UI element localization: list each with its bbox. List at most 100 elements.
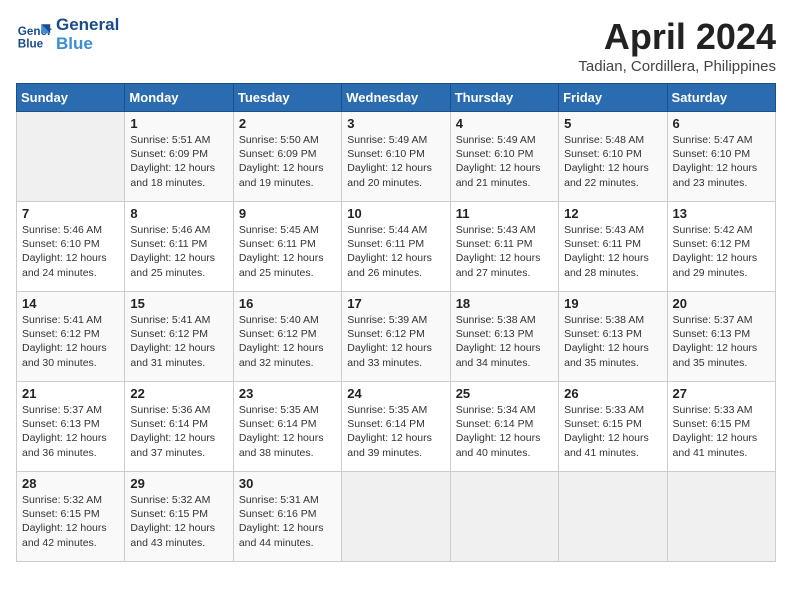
header-row: SundayMondayTuesdayWednesdayThursdayFrid… bbox=[17, 84, 776, 112]
calendar-cell: 11 Sunrise: 5:43 AM Sunset: 6:11 PM Dayli… bbox=[450, 202, 558, 292]
day-number: 4 bbox=[456, 116, 553, 131]
cell-info: Sunrise: 5:31 AM Sunset: 6:16 PM Dayligh… bbox=[239, 493, 336, 550]
cell-info: Sunrise: 5:35 AM Sunset: 6:14 PM Dayligh… bbox=[347, 403, 444, 460]
cell-info: Sunrise: 5:36 AM Sunset: 6:14 PM Dayligh… bbox=[130, 403, 227, 460]
location-title: Tadian, Cordillera, Philippines bbox=[578, 58, 776, 75]
day-number: 22 bbox=[130, 386, 227, 401]
calendar-cell bbox=[667, 472, 775, 562]
calendar-cell: 30 Sunrise: 5:31 AM Sunset: 6:16 PM Dayli… bbox=[233, 472, 341, 562]
calendar-body: 1Sunrise: 5:51 AM Sunset: 6:09 PM Daylig… bbox=[17, 112, 776, 562]
calendar-cell: 10 Sunrise: 5:44 AM Sunset: 6:11 PM Dayli… bbox=[342, 202, 450, 292]
cell-info: Sunrise: 5:46 AM Sunset: 6:10 PM Dayligh… bbox=[22, 223, 119, 280]
cell-info: Sunrise: 5:34 AM Sunset: 6:14 PM Dayligh… bbox=[456, 403, 553, 460]
logo-text-general: General bbox=[56, 16, 119, 35]
calendar-cell bbox=[17, 112, 125, 202]
calendar-cell: 15 Sunrise: 5:41 AM Sunset: 6:12 PM Dayli… bbox=[125, 292, 233, 382]
calendar-cell: 6Sunrise: 5:47 AM Sunset: 6:10 PM Daylig… bbox=[667, 112, 775, 202]
month-title: April 2024 bbox=[578, 16, 776, 58]
calendar-cell: 13Sunrise: 5:42 AM Sunset: 6:12 PM Dayli… bbox=[667, 202, 775, 292]
day-number: 17 bbox=[347, 296, 444, 311]
day-number: 12 bbox=[564, 206, 661, 221]
header-cell-saturday: Saturday bbox=[667, 84, 775, 112]
cell-info: Sunrise: 5:41 AM Sunset: 6:12 PM Dayligh… bbox=[130, 313, 227, 370]
day-number: 9 bbox=[239, 206, 336, 221]
calendar-cell: 9 Sunrise: 5:45 AM Sunset: 6:11 PM Daylig… bbox=[233, 202, 341, 292]
day-number: 20 bbox=[673, 296, 770, 311]
cell-info: Sunrise: 5:32 AM Sunset: 6:15 PM Dayligh… bbox=[22, 493, 119, 550]
cell-info: Sunrise: 5:38 AM Sunset: 6:13 PM Dayligh… bbox=[564, 313, 661, 370]
day-number: 16 bbox=[239, 296, 336, 311]
calendar-cell: 18 Sunrise: 5:38 AM Sunset: 6:13 PM Dayli… bbox=[450, 292, 558, 382]
cell-info: Sunrise: 5:51 AM Sunset: 6:09 PM Dayligh… bbox=[130, 133, 227, 190]
week-row-5: 28 Sunrise: 5:32 AM Sunset: 6:15 PM Dayli… bbox=[17, 472, 776, 562]
logo: General Blue General Blue bbox=[16, 16, 119, 53]
cell-info: Sunrise: 5:37 AM Sunset: 6:13 PM Dayligh… bbox=[673, 313, 770, 370]
calendar-cell: 12Sunrise: 5:43 AM Sunset: 6:11 PM Dayli… bbox=[559, 202, 667, 292]
day-number: 15 bbox=[130, 296, 227, 311]
day-number: 2 bbox=[239, 116, 336, 131]
day-number: 6 bbox=[673, 116, 770, 131]
week-row-1: 1Sunrise: 5:51 AM Sunset: 6:09 PM Daylig… bbox=[17, 112, 776, 202]
cell-info: Sunrise: 5:49 AM Sunset: 6:10 PM Dayligh… bbox=[347, 133, 444, 190]
calendar-cell: 17 Sunrise: 5:39 AM Sunset: 6:12 PM Dayli… bbox=[342, 292, 450, 382]
cell-info: Sunrise: 5:43 AM Sunset: 6:11 PM Dayligh… bbox=[456, 223, 553, 280]
cell-info: Sunrise: 5:41 AM Sunset: 6:12 PM Dayligh… bbox=[22, 313, 119, 370]
calendar-cell: 3 Sunrise: 5:49 AM Sunset: 6:10 PM Daylig… bbox=[342, 112, 450, 202]
calendar-cell: 5 Sunrise: 5:48 AM Sunset: 6:10 PM Daylig… bbox=[559, 112, 667, 202]
calendar-cell: 28 Sunrise: 5:32 AM Sunset: 6:15 PM Dayli… bbox=[17, 472, 125, 562]
calendar-cell: 21 Sunrise: 5:37 AM Sunset: 6:13 PM Dayli… bbox=[17, 382, 125, 472]
cell-info: Sunrise: 5:35 AM Sunset: 6:14 PM Dayligh… bbox=[239, 403, 336, 460]
day-number: 27 bbox=[673, 386, 770, 401]
cell-info: Sunrise: 5:39 AM Sunset: 6:12 PM Dayligh… bbox=[347, 313, 444, 370]
calendar-cell: 16 Sunrise: 5:40 AM Sunset: 6:12 PM Dayli… bbox=[233, 292, 341, 382]
calendar-cell: 25 Sunrise: 5:34 AM Sunset: 6:14 PM Dayli… bbox=[450, 382, 558, 472]
cell-info: Sunrise: 5:33 AM Sunset: 6:15 PM Dayligh… bbox=[673, 403, 770, 460]
calendar-cell: 2 Sunrise: 5:50 AM Sunset: 6:09 PM Daylig… bbox=[233, 112, 341, 202]
day-number: 25 bbox=[456, 386, 553, 401]
calendar-cell: 23Sunrise: 5:35 AM Sunset: 6:14 PM Dayli… bbox=[233, 382, 341, 472]
calendar-cell: 26 Sunrise: 5:33 AM Sunset: 6:15 PM Dayli… bbox=[559, 382, 667, 472]
cell-info: Sunrise: 5:32 AM Sunset: 6:15 PM Dayligh… bbox=[130, 493, 227, 550]
calendar-table: SundayMondayTuesdayWednesdayThursdayFrid… bbox=[16, 83, 776, 562]
cell-info: Sunrise: 5:40 AM Sunset: 6:12 PM Dayligh… bbox=[239, 313, 336, 370]
calendar-cell: 27 Sunrise: 5:33 AM Sunset: 6:15 PM Dayli… bbox=[667, 382, 775, 472]
day-number: 13 bbox=[673, 206, 770, 221]
day-number: 26 bbox=[564, 386, 661, 401]
cell-info: Sunrise: 5:48 AM Sunset: 6:10 PM Dayligh… bbox=[564, 133, 661, 190]
cell-info: Sunrise: 5:37 AM Sunset: 6:13 PM Dayligh… bbox=[22, 403, 119, 460]
header: General Blue General Blue April 2024 Tad… bbox=[16, 16, 776, 75]
cell-info: Sunrise: 5:50 AM Sunset: 6:09 PM Dayligh… bbox=[239, 133, 336, 190]
day-number: 14 bbox=[22, 296, 119, 311]
cell-info: Sunrise: 5:33 AM Sunset: 6:15 PM Dayligh… bbox=[564, 403, 661, 460]
cell-info: Sunrise: 5:45 AM Sunset: 6:11 PM Dayligh… bbox=[239, 223, 336, 280]
day-number: 29 bbox=[130, 476, 227, 491]
svg-text:Blue: Blue bbox=[18, 37, 44, 50]
calendar-cell: 1Sunrise: 5:51 AM Sunset: 6:09 PM Daylig… bbox=[125, 112, 233, 202]
day-number: 18 bbox=[456, 296, 553, 311]
calendar-cell: 4Sunrise: 5:49 AM Sunset: 6:10 PM Daylig… bbox=[450, 112, 558, 202]
day-number: 24 bbox=[347, 386, 444, 401]
header-cell-wednesday: Wednesday bbox=[342, 84, 450, 112]
header-cell-monday: Monday bbox=[125, 84, 233, 112]
day-number: 10 bbox=[347, 206, 444, 221]
day-number: 21 bbox=[22, 386, 119, 401]
day-number: 3 bbox=[347, 116, 444, 131]
calendar-cell bbox=[450, 472, 558, 562]
calendar-cell: 7Sunrise: 5:46 AM Sunset: 6:10 PM Daylig… bbox=[17, 202, 125, 292]
calendar-cell bbox=[342, 472, 450, 562]
day-number: 5 bbox=[564, 116, 661, 131]
day-number: 19 bbox=[564, 296, 661, 311]
cell-info: Sunrise: 5:44 AM Sunset: 6:11 PM Dayligh… bbox=[347, 223, 444, 280]
cell-info: Sunrise: 5:46 AM Sunset: 6:11 PM Dayligh… bbox=[130, 223, 227, 280]
cell-info: Sunrise: 5:38 AM Sunset: 6:13 PM Dayligh… bbox=[456, 313, 553, 370]
day-number: 30 bbox=[239, 476, 336, 491]
day-number: 11 bbox=[456, 206, 553, 221]
day-number: 8 bbox=[130, 206, 227, 221]
logo-text-blue: Blue bbox=[56, 35, 119, 54]
week-row-3: 14 Sunrise: 5:41 AM Sunset: 6:12 PM Dayli… bbox=[17, 292, 776, 382]
week-row-2: 7Sunrise: 5:46 AM Sunset: 6:10 PM Daylig… bbox=[17, 202, 776, 292]
day-number: 28 bbox=[22, 476, 119, 491]
header-cell-friday: Friday bbox=[559, 84, 667, 112]
calendar-cell: 22 Sunrise: 5:36 AM Sunset: 6:14 PM Dayli… bbox=[125, 382, 233, 472]
calendar-cell bbox=[559, 472, 667, 562]
